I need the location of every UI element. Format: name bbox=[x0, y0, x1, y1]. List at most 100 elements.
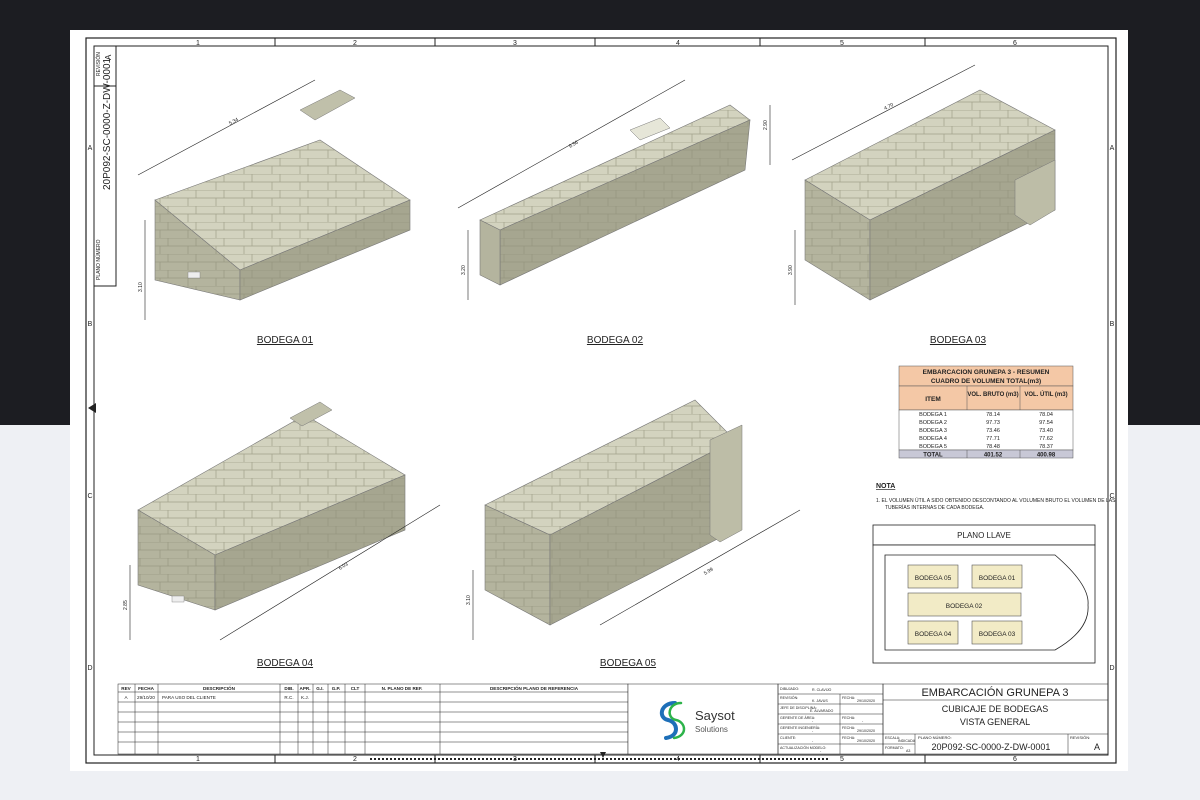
signature-block: DIBUJADO: R. CLAVIJO REVISIÓN: K. JAVUS … bbox=[777, 683, 884, 755]
rev-row-apr: K.J. bbox=[301, 695, 309, 700]
sig-fecha-label-3: FECHA: bbox=[842, 726, 855, 730]
rev-header-descripcion: DESCRIPCIÓN bbox=[203, 684, 236, 691]
hold-04-length: 6.03 bbox=[338, 561, 350, 571]
volume-total-label: TOTAL bbox=[923, 453, 943, 459]
drawing-sheet: 1 2 3 4 5 6 1 2 3 4 5 6 A B C D A B C D … bbox=[70, 30, 1128, 771]
volume-table-title2: CUADRO DE VOLUMEN TOTAL(m3) bbox=[931, 378, 1041, 385]
title-line-2: CUBICAJE DE BODEGAS bbox=[942, 704, 1049, 714]
hold-05-label: BODEGA 05 bbox=[600, 658, 657, 669]
revision-table: REV FECHA DESCRIPCIÓN DIB. APR. G.I. G.P… bbox=[117, 683, 629, 755]
volume-row-5-item: BODEGA 5 bbox=[919, 444, 947, 450]
side-plano-label: PLANO NÚMERO bbox=[95, 239, 102, 280]
volume-row-3-item: BODEGA 3 bbox=[919, 428, 947, 434]
hold-04-label: BODEGA 04 bbox=[257, 658, 314, 669]
key-plan: PLANO LLAVE BODEGA 05 BODEGA 01 BODEGA 0… bbox=[872, 524, 1096, 664]
volume-total-util: 400.98 bbox=[1037, 453, 1056, 459]
formato-label: FORMATO: bbox=[885, 746, 904, 750]
volume-row-1-util: 78.04 bbox=[1039, 412, 1053, 418]
volume-row-4-bruto: 77.71 bbox=[986, 436, 1000, 442]
volume-row-5-bruto: 78.48 bbox=[986, 444, 1000, 450]
grid-col-1: 1 bbox=[196, 40, 200, 47]
grid-col-3: 3 bbox=[513, 40, 517, 47]
rev-header-gp: G.P. bbox=[332, 686, 341, 691]
rev-row-fecha: 29/10/20 bbox=[137, 695, 155, 700]
rev-header-clt: CLT bbox=[351, 686, 360, 691]
drawing-canvas: 1 2 3 4 5 6 1 2 3 4 5 6 A B C D A B C D … bbox=[85, 37, 1117, 764]
grid-row-b-right: B bbox=[1110, 321, 1115, 328]
rev-row-rev: A bbox=[124, 695, 128, 700]
sig-ingenieria-label: GERENTE INGENIERÍA: bbox=[780, 726, 820, 730]
rev-header-dib: DIB. bbox=[284, 686, 293, 691]
rev-header-gi: G.I. bbox=[316, 686, 323, 691]
grid-left: A B C D bbox=[87, 145, 96, 672]
hold-05-length: 5.99 bbox=[703, 567, 715, 577]
sig-fecha-3: 29/10/2020 bbox=[857, 729, 875, 733]
sig-revisado-value: K. JAVUS bbox=[812, 699, 828, 703]
title-line-1: EMBARCACIÓN GRUNEPA 3 bbox=[921, 686, 1068, 699]
volume-table: EMBARCACION GRUNEPA 3 - RESUMEN CUADRO D… bbox=[898, 365, 1074, 459]
hold-02-height: 3.20 bbox=[461, 265, 467, 275]
hold-01-height: 3.10 bbox=[138, 282, 144, 292]
rev-header-fecha: FECHA bbox=[138, 686, 155, 691]
rev-header-apr: APR. bbox=[300, 686, 311, 691]
hold-view-03: 4.70 3.90 BODEGA 03 bbox=[788, 64, 1056, 346]
rev-header-rev: REV bbox=[121, 686, 131, 691]
volume-table-header-bruto: VOL. BRUTO (m3) bbox=[967, 392, 1018, 398]
volume-row-3-util: 73.40 bbox=[1039, 428, 1053, 434]
sig-fecha-4: 29/10/2020 bbox=[857, 739, 875, 743]
hold-04-height: 2.85 bbox=[123, 600, 129, 610]
grid-row-a-right: A bbox=[1110, 145, 1115, 152]
volume-total-bruto: 401.52 bbox=[984, 453, 1003, 459]
grid-col-2: 2 bbox=[353, 40, 357, 47]
grid-col-6-bottom: 6 bbox=[1013, 756, 1017, 763]
key-plan-box-01: BODEGA 01 bbox=[979, 575, 1016, 582]
rev-header-plano-ref: N. PLANO DE REF. bbox=[382, 686, 423, 691]
grid-row-d-right: D bbox=[1109, 665, 1114, 672]
side-strip: REVISIÓN A 20P092-SC-0000-Z-DW-0001 PLAN… bbox=[93, 45, 117, 287]
hold-03-label: BODEGA 03 bbox=[930, 335, 987, 346]
sig-cliente-label: CLIENTE: bbox=[780, 736, 796, 740]
logo-name: Saysot bbox=[695, 708, 735, 723]
sig-fecha-1: 29/10/2020 bbox=[857, 699, 875, 703]
hold-02-width: 2.90 bbox=[763, 120, 769, 130]
rev-header-desc-ref: DESCRIPCIÓN PLANO DE REFERENCIA bbox=[490, 684, 579, 691]
key-plan-title: PLANO LLAVE bbox=[957, 531, 1011, 540]
volume-row-4-item: BODEGA 4 bbox=[919, 436, 947, 442]
title-line-3: VISTA GENERAL bbox=[960, 717, 1030, 727]
sig-cliente-value: - bbox=[812, 739, 814, 743]
plano-number-label: PLANO NÚMERO: bbox=[918, 735, 952, 740]
grid-row-c: C bbox=[87, 493, 92, 500]
volume-row-4-util: 77.62 bbox=[1039, 436, 1053, 442]
hold-view-02: 9.56 2.90 3.20 BODEGA 02 bbox=[457, 79, 771, 346]
side-drawing-number: 20P092-SC-0000-Z-DW-0001 bbox=[102, 57, 113, 190]
hold-03-length: 4.70 bbox=[883, 102, 895, 112]
center-mark-left bbox=[88, 403, 96, 413]
hold-01-label: BODEGA 01 bbox=[257, 335, 314, 346]
sig-fecha-label-1: FECHA: bbox=[842, 696, 855, 700]
volume-row-5-util: 78.37 bbox=[1039, 444, 1053, 450]
rev-row-descripcion: PARA USO DEL CLIENTE bbox=[162, 695, 216, 700]
volume-row-2-item: BODEGA 2 bbox=[919, 420, 947, 426]
note-title: NOTA bbox=[876, 483, 895, 490]
volume-row-2-util: 97.54 bbox=[1039, 420, 1053, 426]
sig-gerente-label: GERENTE DE ÁREA: bbox=[780, 716, 815, 720]
grid-right: A B C D bbox=[1109, 145, 1114, 672]
sig-fecha-label-4: FECHA: bbox=[842, 736, 855, 740]
hold-03-height: 3.90 bbox=[788, 265, 794, 275]
escala-value: INDICADA bbox=[898, 739, 916, 743]
sig-jefe-value: E. ALVARADO bbox=[810, 709, 833, 713]
grid-bottom: 1 2 3 4 5 6 bbox=[196, 752, 1017, 763]
note-line-1: 1. EL VOLUMEN ÚTIL A SIDO OBTENIDO DESCO… bbox=[876, 497, 1116, 504]
company-logo: Saysot Solutions bbox=[627, 683, 779, 755]
sig-dibujado-value: R. CLAVIJO bbox=[812, 688, 832, 692]
plano-number: 20P092-SC-0000-Z-DW-0001 bbox=[932, 742, 1051, 752]
note-line-2: TUBERÍAS INTERNAS DE CADA BODEGA. bbox=[885, 504, 984, 511]
grid-row-b: B bbox=[88, 321, 93, 328]
title-block: EMBARCACIÓN GRUNEPA 3 CUBICAJE DE BODEGA… bbox=[882, 683, 1109, 755]
grid-col-2-bottom: 2 bbox=[353, 756, 357, 763]
volume-table-header-item: ITEM bbox=[925, 396, 941, 403]
grid-col-1-bottom: 1 bbox=[196, 756, 200, 763]
hold-01-length: 5.34 bbox=[228, 117, 240, 127]
formato-value: A3 bbox=[906, 749, 910, 753]
volume-table-title1: EMBARCACION GRUNEPA 3 - RESUMEN bbox=[923, 369, 1050, 376]
